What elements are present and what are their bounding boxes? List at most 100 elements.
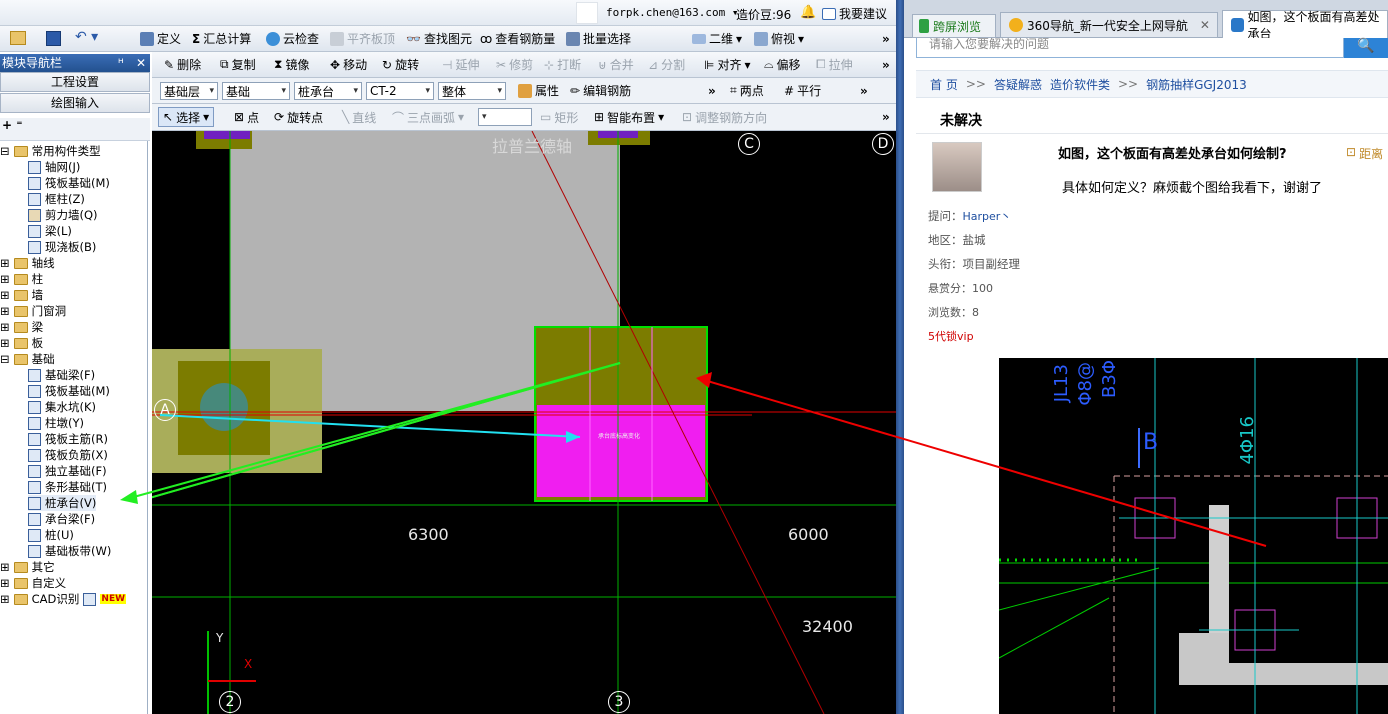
toolbar-overflow[interactable]: » (882, 26, 890, 51)
breadcrumb-cost[interactable]: 造价软件类 (1050, 76, 1110, 93)
drawing-input-button[interactable]: 绘图输入 (0, 93, 150, 113)
tab-360[interactable]: 360导航_新一代安全上网导航 ✕ (1000, 12, 1218, 38)
tree-group[interactable]: ⊞ 门窗洞 (0, 303, 66, 319)
tab-cross-screen[interactable]: 跨屏浏览 (912, 14, 996, 38)
tree-group-foundation[interactable]: ⊟ 基础 (0, 351, 55, 367)
suggest-link[interactable]: 我要建议 (822, 5, 887, 22)
site-search-input[interactable]: 请输入您要解决的问题 (916, 38, 1344, 58)
tree-group[interactable]: ⊞ 轴线 (0, 255, 55, 271)
line-tool-button[interactable]: ╲ 直线 (342, 104, 376, 130)
asker-name[interactable]: Harper丶 (963, 210, 1012, 223)
view-2d-select[interactable]: 二维 ▾ (692, 26, 742, 51)
project-settings-button[interactable]: 工程设置 (0, 72, 150, 92)
adjust-rebar-button[interactable]: ⊡ 调整钢筋方向 (682, 104, 767, 130)
tree-item[interactable]: 梁(L) (28, 223, 72, 239)
summary-button[interactable]: Σ 汇总计算 (192, 26, 251, 51)
edit-rebar-button[interactable]: ✏ 编辑钢筋 (570, 78, 631, 103)
top-view-select[interactable]: 俯视 ▾ (754, 26, 804, 51)
tree-item[interactable]: 筏板基础(M) (28, 383, 110, 399)
mirror-button[interactable]: ⧗ 镜像 (274, 52, 309, 77)
toolbar4-overflow[interactable]: » (882, 104, 890, 130)
tree-item-pile-cap[interactable]: 桩承台(V) (28, 495, 97, 511)
tree-item[interactable]: 筏板基础(M) (28, 175, 110, 191)
save-icon[interactable] (46, 31, 61, 46)
tree-item[interactable]: 剪力墙(Q) (28, 207, 98, 223)
properties-button[interactable]: 属性 (518, 78, 559, 103)
toolbar3-overflow-b[interactable]: » (860, 78, 868, 103)
arc-tool-button[interactable]: ⌒ 三点画弧 ▾ (392, 104, 464, 130)
pile-cap-icon (28, 496, 41, 510)
break-button[interactable]: ⊹ 打断 (544, 52, 581, 77)
site-search-button[interactable]: 🔍 (1344, 38, 1388, 58)
smart-layout-button[interactable]: ⊞ 智能布置 ▾ (594, 104, 664, 130)
attached-cad-image[interactable]: JL13 Φ8@ B3Φ B 4Φ16 (999, 358, 1388, 714)
folder-icon (13, 257, 28, 269)
trim-button[interactable]: ✂ 修剪 (496, 52, 533, 77)
split-button[interactable]: ⊿ 分割 (648, 52, 685, 77)
tree-item[interactable]: 独立基础(F) (28, 463, 107, 479)
rotate-button[interactable]: ↻ 旋转 (382, 52, 419, 77)
copy-button[interactable]: ⧉ 复制 (220, 52, 256, 77)
move-button[interactable]: ✥ 移动 (330, 52, 367, 77)
breadcrumb-qa[interactable]: 答疑解惑 (994, 76, 1042, 93)
cad-text-b: B (1143, 430, 1159, 455)
breadcrumb-home[interactable]: 首 页 (930, 76, 958, 93)
offset-button[interactable]: ⌓ 偏移 (764, 52, 801, 77)
rect-tool-button[interactable]: ▭ 矩形 (540, 104, 578, 130)
find-element-button[interactable]: 👓 查找图元 (406, 26, 472, 51)
tree-item[interactable]: 筏板负筋(X) (28, 447, 108, 463)
tree-item[interactable]: 承台梁(F) (28, 511, 95, 527)
tree-item[interactable]: 集水坑(K) (28, 399, 96, 415)
undo-icon[interactable]: ↶ ▾ (75, 29, 98, 45)
view-rebar-button[interactable]: ꝏ 查看钢筋量 (480, 26, 555, 51)
parallel-button[interactable]: # 平行 (784, 78, 821, 103)
tree-item[interactable]: 基础梁(F) (28, 367, 95, 383)
open-folder-icon[interactable] (10, 31, 26, 45)
tree-group[interactable]: ⊞ 自定义 (0, 575, 66, 591)
tree-item[interactable]: 基础板带(W) (28, 543, 111, 559)
select-tool-button[interactable]: ↖ 选择 ▾ (158, 107, 215, 127)
tree-item[interactable]: 筏板主筋(R) (28, 431, 108, 447)
toolbar3-overflow-a[interactable]: » (708, 78, 716, 103)
tree-group[interactable]: ⊞ 其它 (0, 559, 55, 575)
whole-select[interactable]: 整体 (438, 82, 506, 100)
toolbar2-overflow[interactable]: » (882, 52, 890, 77)
tree-group[interactable]: ⊞ CAD识别 NEW (0, 591, 127, 607)
tree-item[interactable]: 轴网(J) (28, 159, 80, 175)
layer-select[interactable]: 基础层 (160, 82, 218, 100)
category-select[interactable]: 基础 (222, 82, 290, 100)
tree-item[interactable]: 框柱(Z) (28, 191, 85, 207)
rotate-point-button[interactable]: ⟳ 旋转点 (274, 104, 323, 130)
tree-item[interactable]: 现浇板(B) (28, 239, 96, 255)
breadcrumb-ggj[interactable]: 钢筋抽样GGJ2013 (1146, 76, 1247, 93)
stretch-button[interactable]: ⧠ 拉伸 (816, 52, 853, 77)
tree-group[interactable]: ⊞ 墙 (0, 287, 43, 303)
tab-close-icon[interactable]: ✕ (1200, 18, 1210, 32)
cloud-check-button[interactable]: 云检查 (266, 26, 319, 51)
delete-button[interactable]: ✎ 删除 (164, 52, 201, 77)
batch-select-button[interactable]: 批量选择 (566, 26, 631, 51)
expand-collapse-icons[interactable]: + ⁼ (0, 118, 150, 141)
cad-canvas[interactable]: 拉普兰德轴 6300 6000 32400 C D A 2 3 Y X 承台底标… (152, 131, 896, 714)
align-button[interactable]: ⊫ 对齐 ▾ (704, 52, 751, 77)
point-tool-button[interactable]: ⊠ 点 (234, 104, 259, 130)
tree-item[interactable]: 桩(U) (28, 527, 74, 543)
two-points-button[interactable]: ⌗ 两点 (730, 78, 764, 103)
arc-option-select[interactable] (478, 108, 532, 126)
merge-button[interactable]: ⊎ 合并 (598, 52, 634, 77)
flush-top-button[interactable]: 平齐板顶 (330, 26, 395, 51)
tree-group[interactable]: ⊞ 柱 (0, 271, 43, 287)
tab-active-question[interactable]: 如图，这个板面有高差处承台 (1222, 10, 1388, 41)
tree-group[interactable]: ⊞ 板 (0, 335, 43, 351)
tree-item[interactable]: 条形基础(T) (28, 479, 107, 495)
name-select[interactable]: CT-2 (366, 82, 434, 100)
avatar[interactable] (932, 142, 982, 192)
tree-group[interactable]: ⊞ 梁 (0, 319, 43, 335)
tree-group-common[interactable]: ⊟ 常用构件类型 (0, 143, 101, 159)
extend-button[interactable]: ⊣ 延伸 (442, 52, 479, 77)
type-select[interactable]: 桩承台 (294, 82, 362, 100)
user-email[interactable]: forpk.chen@163.com ▾ (606, 6, 738, 19)
tree-item[interactable]: 柱墩(Y) (28, 415, 84, 431)
bell-icon[interactable]: 🔔 (800, 5, 816, 20)
define-button[interactable]: 定义 (140, 26, 181, 51)
